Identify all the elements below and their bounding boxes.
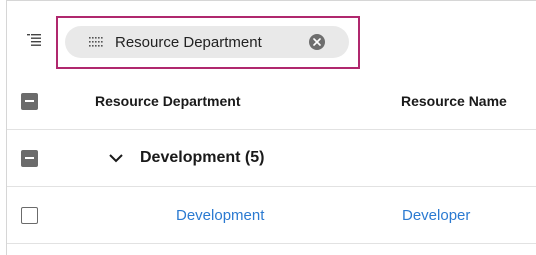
group-by-panel: Resource Department <box>7 1 536 81</box>
data-grid: Resource Department Resource Name Develo… <box>7 73 536 244</box>
grip-dots-icon[interactable] <box>89 36 103 48</box>
group-caption-row[interactable]: Development (5) <box>7 130 536 187</box>
group-chip-label: Resource Department <box>115 33 262 51</box>
cell-name[interactable]: Developer <box>402 207 470 224</box>
row-checkbox[interactable] <box>21 206 38 224</box>
select-all-checkbox[interactable] <box>21 92 38 110</box>
cell-department[interactable]: Development <box>176 207 264 224</box>
grid-container: Resource Department Resource Department … <box>6 0 536 255</box>
table-row[interactable]: Development Developer <box>7 187 536 244</box>
group-chip[interactable]: Resource Department <box>65 26 349 58</box>
header-row: Resource Department Resource Name <box>7 73 536 130</box>
group-checkbox[interactable] <box>21 149 38 167</box>
column-header-name[interactable]: Resource Name <box>401 93 507 109</box>
group-caption: Development (5) <box>140 149 265 166</box>
close-circle-icon[interactable] <box>309 34 325 50</box>
chevron-down-icon[interactable] <box>108 150 124 166</box>
tree-list-icon[interactable] <box>25 32 43 48</box>
column-header-department[interactable]: Resource Department <box>95 93 241 109</box>
